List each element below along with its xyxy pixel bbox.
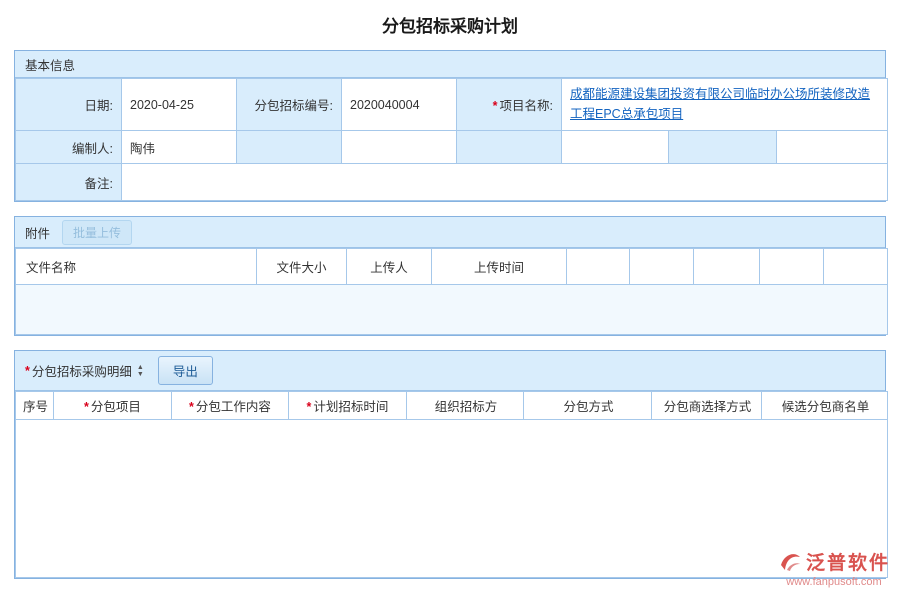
column-label: 组织招标方 (435, 400, 498, 414)
attachments-empty-area (16, 285, 888, 335)
empty-value-cell (562, 131, 669, 164)
brand-name: 泛普软件 (806, 548, 890, 575)
panel-detail: * 分包招标采购明细 ▲▼ 导出 序号 *分包项目 *分包工作内容 *计划招标时… (14, 350, 886, 579)
batch-upload-button[interactable]: 批量上传 (62, 220, 132, 245)
empty-value-cell (777, 131, 888, 164)
column-label: 分包工作内容 (196, 400, 271, 414)
column-header-selection-method: 分包商选择方式 (652, 392, 762, 420)
detail-title: 分包招标采购明细 (32, 361, 132, 380)
required-mark: * (493, 99, 498, 113)
column-header-plan-bid-time: *计划招标时间 (289, 392, 407, 420)
required-mark: * (84, 400, 89, 414)
date-label: 日期: (16, 79, 122, 131)
basic-info-table: 日期: 2020-04-25 分包招标编号: 2020040004 *项目名称:… (15, 78, 888, 201)
attachments-title: 附件 (25, 223, 50, 242)
empty-value-cell (342, 131, 457, 164)
table-row: 备注: (16, 164, 888, 201)
table-row: 编制人: 陶伟 (16, 131, 888, 164)
detail-table: 序号 *分包项目 *分包工作内容 *计划招标时间 组织招标方 分包方式 分包商选… (15, 391, 888, 578)
detail-empty-row (16, 420, 888, 578)
author-label: 编制人: (16, 131, 122, 164)
column-label: 计划招标时间 (313, 400, 388, 414)
column-label: 分包方式 (563, 400, 613, 414)
panel-basic-info: 基本信息 日期: 2020-04-25 分包招标编号: 2020040004 *… (14, 50, 886, 202)
column-label: 分包商选择方式 (664, 400, 752, 414)
column-header-upload-time: 上传时间 (432, 249, 567, 285)
export-button[interactable]: 导出 (158, 356, 213, 385)
column-header-work-content: *分包工作内容 (172, 392, 289, 420)
project-name-cell: 成都能源建设集团投资有限公司临时办公场所装修改造工程EPC总承包项目 (562, 79, 888, 131)
column-header-seq: 序号 (16, 392, 54, 420)
project-name-label: *项目名称: (457, 79, 562, 131)
empty-label-cell (457, 131, 562, 164)
column-header-empty (630, 249, 694, 285)
fanpu-logo-icon (778, 550, 802, 574)
project-name-link[interactable]: 成都能源建设集团投资有限公司临时办公场所装修改造工程EPC总承包项目 (570, 85, 879, 124)
column-header-empty (567, 249, 630, 285)
project-name-label-text: 项目名称: (500, 99, 553, 113)
column-header-empty (694, 249, 760, 285)
column-label: 序号 (23, 400, 48, 414)
column-label: 分包项目 (91, 400, 141, 414)
attachments-empty-row (16, 285, 888, 335)
column-header-organizer: 组织招标方 (407, 392, 524, 420)
sort-icon[interactable]: ▲▼ (137, 364, 144, 378)
column-header-file-name: 文件名称 (16, 249, 257, 285)
column-header-candidate-list: 候选分包商名单 (762, 392, 888, 420)
attachments-table: 文件名称 文件大小 上传人 上传时间 (15, 248, 888, 335)
required-mark: * (307, 400, 312, 414)
bid-no-value: 2020040004 (342, 79, 457, 131)
basic-info-title: 基本信息 (25, 55, 75, 74)
empty-label-cell (237, 131, 342, 164)
basic-info-header: 基本信息 (15, 51, 885, 78)
empty-label-cell (669, 131, 777, 164)
table-row: 日期: 2020-04-25 分包招标编号: 2020040004 *项目名称:… (16, 79, 888, 131)
column-header-sub-method: 分包方式 (524, 392, 652, 420)
fanpu-logo: 泛普软件 www.fanpusoft.com (778, 548, 890, 588)
author-value: 陶伟 (122, 131, 237, 164)
column-header-empty (760, 249, 824, 285)
detail-header: * 分包招标采购明细 ▲▼ 导出 (15, 351, 885, 391)
detail-empty-area (16, 420, 888, 578)
panel-attachments: 附件 批量上传 文件名称 文件大小 上传人 上传时间 (14, 216, 886, 336)
remark-label: 备注: (16, 164, 122, 201)
attachments-header: 附件 批量上传 (15, 217, 885, 248)
column-header-sub-project: *分包项目 (54, 392, 172, 420)
column-header-file-size: 文件大小 (257, 249, 347, 285)
remark-value (122, 164, 888, 201)
date-value: 2020-04-25 (122, 79, 237, 131)
brand-url: www.fanpusoft.com (778, 576, 890, 588)
attachments-header-row: 文件名称 文件大小 上传人 上传时间 (16, 249, 888, 285)
column-header-empty (824, 249, 888, 285)
page-title: 分包招标采购计划 (0, 0, 900, 50)
required-mark: * (189, 400, 194, 414)
bid-no-label: 分包招标编号: (237, 79, 342, 131)
column-label: 候选分包商名单 (782, 400, 870, 414)
detail-header-row: 序号 *分包项目 *分包工作内容 *计划招标时间 组织招标方 分包方式 分包商选… (16, 392, 888, 420)
column-header-uploader: 上传人 (347, 249, 432, 285)
required-mark: * (25, 364, 30, 378)
